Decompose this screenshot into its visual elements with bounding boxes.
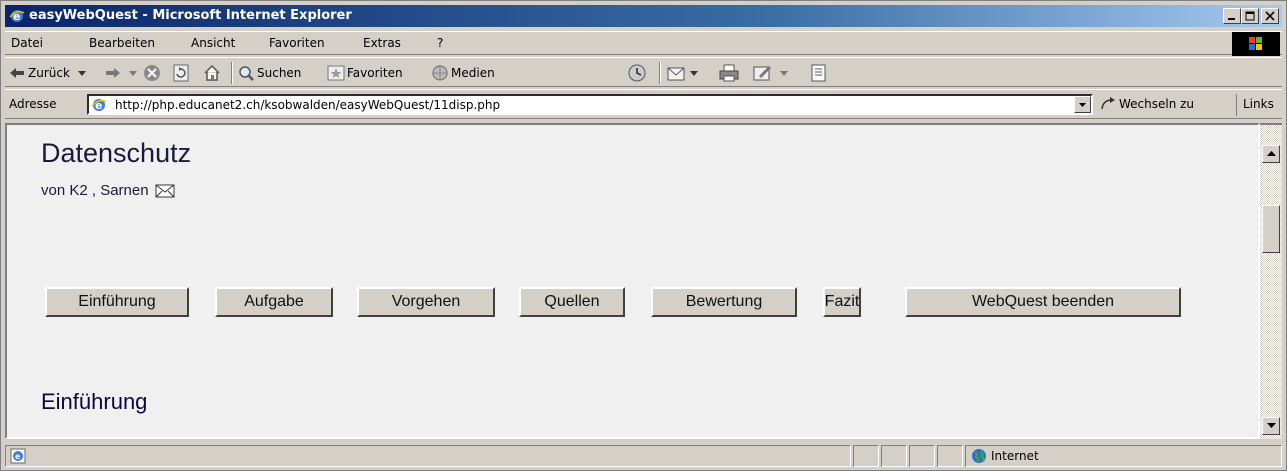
nav-button-vorgehen[interactable]: Vorgehen [357, 287, 495, 317]
byline-text: von K2 , Sarnen [41, 182, 149, 199]
stop-icon [144, 65, 160, 81]
page-title: Datenschutz [41, 138, 192, 168]
mail-button[interactable] [667, 63, 699, 83]
forward-arrow-icon [106, 68, 120, 78]
zone-label: Internet [991, 449, 1039, 463]
address-url: http://php.educanet2.ch/ksobwalden/easyW… [115, 98, 501, 112]
arrow-up-icon [1267, 151, 1276, 156]
go-label: Wechseln zu [1119, 97, 1195, 111]
chevron-down-icon [129, 71, 137, 76]
menu-bearbeiten[interactable]: Bearbeiten [89, 36, 155, 50]
envelope-icon[interactable] [155, 184, 175, 198]
refresh-button[interactable] [173, 63, 189, 83]
address-bar: Adresse e http://php.educanet2.ch/ksobwa… [5, 89, 1282, 119]
home-icon [204, 64, 220, 81]
menu-ansicht[interactable]: Ansicht [191, 36, 235, 50]
arrow-down-icon [1267, 423, 1276, 428]
nav-button-aufgabe[interactable]: Aufgabe [215, 287, 333, 317]
page-ie-icon: e [91, 97, 107, 116]
globe-icon [972, 449, 986, 463]
close-icon [1265, 11, 1275, 21]
status-pane [937, 445, 963, 467]
menu-bar: Datei Bearbeiten Ansicht Favoriten Extra… [5, 31, 1282, 56]
stop-button[interactable] [143, 63, 161, 83]
search-icon [239, 66, 254, 81]
address-label: Adresse [9, 97, 57, 111]
nav-button-bewertung[interactable]: Bewertung [651, 287, 797, 317]
nav-button-einfuehrung[interactable]: Einführung [45, 287, 189, 317]
scroll-thumb[interactable] [1262, 205, 1280, 253]
status-pane [881, 445, 907, 467]
security-zone: Internet [965, 445, 1282, 467]
status-pane [853, 445, 879, 467]
edit-page-icon [753, 66, 771, 81]
window-title: easyWebQuest - Microsoft Internet Explor… [29, 8, 352, 23]
maximize-icon [1245, 11, 1255, 21]
menu-favoriten[interactable]: Favoriten [269, 36, 325, 50]
printer-icon [719, 64, 739, 82]
history-icon [628, 64, 646, 82]
chevron-down-icon [1079, 103, 1086, 107]
svg-text:e: e [15, 452, 21, 461]
nav-button-fazit[interactable]: Fazit [823, 287, 861, 317]
nav-button-webquest-beenden[interactable]: WebQuest beenden [905, 287, 1181, 317]
favorites-star-icon [327, 65, 345, 81]
toolbar-separator [231, 62, 233, 84]
search-label: Suchen [257, 66, 302, 80]
favorites-button[interactable]: Favoriten [327, 63, 403, 83]
back-label: Zurück [28, 66, 70, 80]
minimize-button[interactable] [1223, 8, 1241, 24]
home-button[interactable] [203, 63, 221, 83]
address-dropdown-button[interactable] [1074, 96, 1091, 113]
favorites-label: Favoriten [347, 66, 403, 80]
discuss-button[interactable] [811, 63, 827, 83]
scroll-up-button[interactable] [1262, 145, 1280, 163]
browser-window: e easyWebQuest - Microsoft Internet Expl… [0, 0, 1287, 471]
menu-help[interactable]: ? [437, 36, 443, 50]
minimize-icon [1228, 18, 1235, 20]
status-pane [909, 445, 935, 467]
nav-button-quellen[interactable]: Quellen [519, 287, 625, 317]
maximize-button[interactable] [1241, 8, 1259, 24]
menu-datei[interactable]: Datei [11, 36, 43, 50]
print-button[interactable] [719, 63, 739, 83]
go-arrow-icon [1101, 97, 1115, 110]
mail-icon [667, 67, 685, 81]
address-input[interactable]: e http://php.educanet2.ch/ksobwalden/eas… [87, 94, 1093, 115]
title-bar[interactable]: e easyWebQuest - Microsoft Internet Expl… [5, 5, 1282, 27]
windows-logo-icon [1232, 32, 1280, 56]
page-viewport: Datenschutz von K2 , Sarnen Einführung A… [5, 123, 1260, 439]
scroll-down-button[interactable] [1262, 417, 1280, 435]
window-controls [1223, 8, 1279, 24]
document-icon [811, 64, 826, 82]
author-byline: von K2 , Sarnen [41, 182, 175, 199]
status-bar: e Internet [5, 443, 1282, 468]
page-status-icon: e [10, 448, 26, 464]
chevron-down-icon [780, 71, 788, 76]
links-button[interactable]: Links [1236, 94, 1274, 116]
back-button[interactable]: Zurück [9, 63, 88, 83]
forward-button[interactable] [105, 63, 139, 83]
toolbar-separator [659, 62, 661, 84]
history-button[interactable] [627, 63, 647, 83]
chevron-down-icon [690, 71, 698, 76]
chevron-down-icon [77, 71, 86, 76]
vertical-scrollbar[interactable] [1260, 123, 1282, 439]
close-button[interactable] [1261, 8, 1279, 24]
ie-logo-icon: e [9, 8, 25, 24]
section-heading: Einführung [41, 389, 148, 414]
links-label: Links [1243, 97, 1274, 111]
back-arrow-icon [10, 68, 24, 78]
refresh-icon [173, 64, 189, 82]
edit-button[interactable] [753, 63, 789, 83]
status-message-pane: e [5, 445, 851, 467]
media-label: Medien [451, 66, 495, 80]
search-button[interactable]: Suchen [237, 63, 301, 83]
standard-toolbar: Zurück Suchen Favoriten Medien [5, 57, 1282, 87]
media-icon [432, 65, 448, 81]
media-button[interactable]: Medien [431, 63, 495, 83]
go-button[interactable]: Wechseln zu [1099, 96, 1194, 112]
menu-extras[interactable]: Extras [363, 36, 401, 50]
